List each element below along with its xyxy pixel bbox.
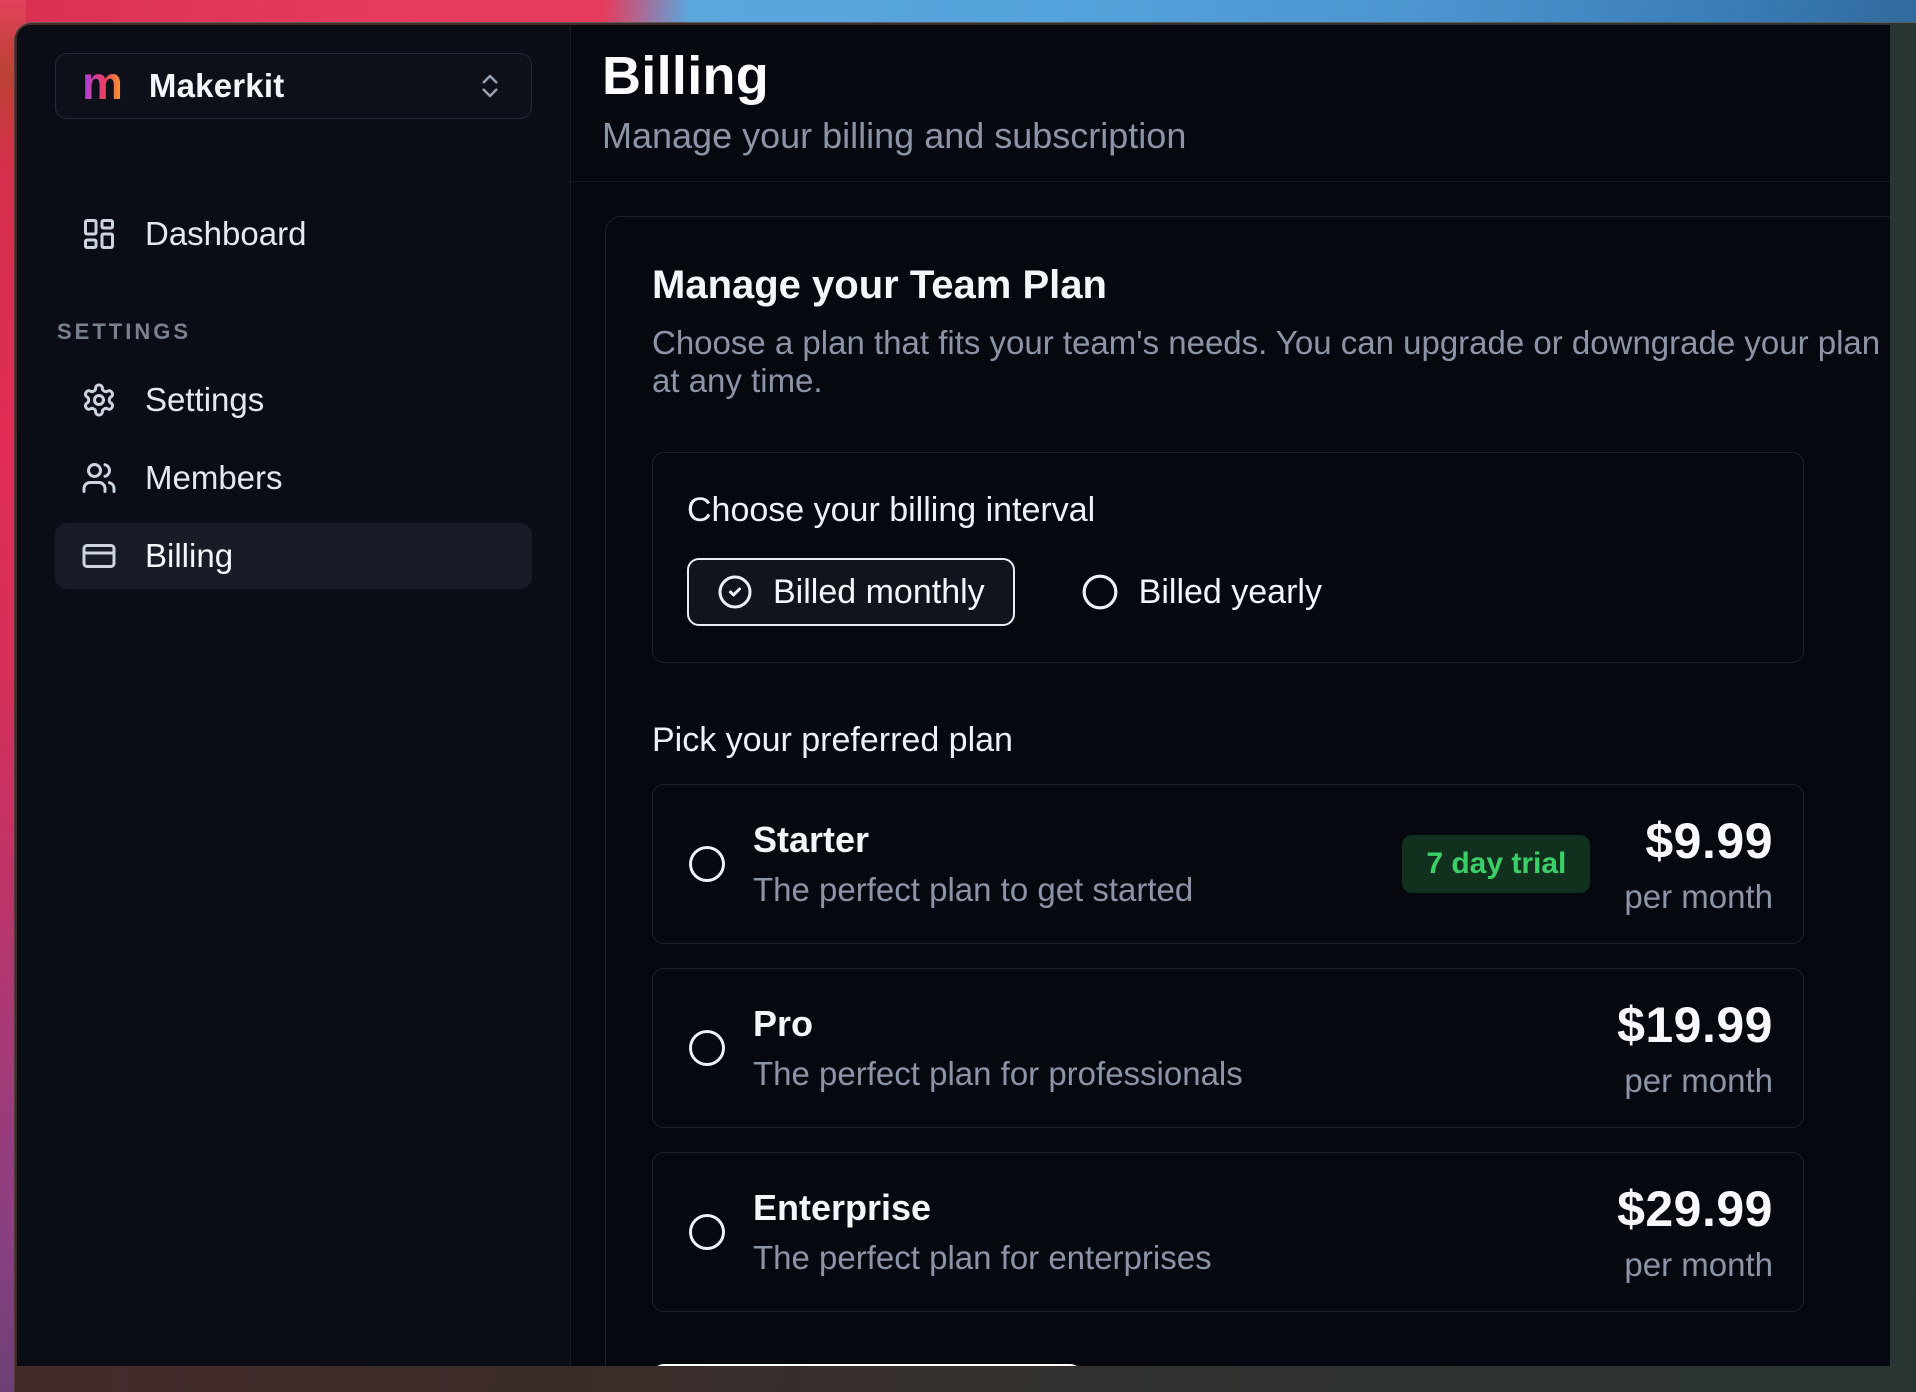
plan-name: Pro — [753, 1003, 1243, 1045]
radio-circle-icon[interactable] — [689, 1214, 725, 1250]
app-window: m Makerkit Dashboard SETTINGS Settings — [17, 25, 1890, 1366]
sidebar: m Makerkit Dashboard SETTINGS Settings — [17, 25, 571, 1366]
sidebar-nav: Dashboard SETTINGS Settings Members B — [55, 201, 532, 589]
billing-interval-options: Billed monthly Billed yearly — [687, 558, 1769, 626]
billed-monthly-label: Billed monthly — [773, 573, 985, 612]
card-description: Choose a plan that fits your team's need… — [652, 324, 1890, 400]
plan-price: $29.99 — [1617, 1180, 1773, 1238]
plans-label: Pick your preferred plan — [652, 721, 1890, 760]
plan-price-block: $19.99 per month — [1617, 996, 1773, 1100]
users-icon — [81, 460, 117, 496]
sidebar-item-dashboard[interactable]: Dashboard — [55, 201, 532, 267]
workspace-selector[interactable]: m Makerkit — [55, 53, 532, 119]
workspace-name: Makerkit — [149, 67, 285, 105]
radio-circle-icon — [1081, 573, 1119, 611]
plan-description: The perfect plan for professionals — [753, 1055, 1243, 1093]
gear-icon — [81, 382, 117, 418]
sidebar-item-label: Billing — [145, 537, 233, 575]
billed-yearly-option[interactable]: Billed yearly — [1081, 573, 1322, 612]
proceed-to-payment-button[interactable]: Proceed to Payment — [652, 1364, 1082, 1366]
main-content: Billing Manage your billing and subscrip… — [571, 25, 1890, 1366]
sidebar-section-settings: SETTINGS — [57, 319, 532, 345]
billing-interval-label: Choose your billing interval — [687, 491, 1769, 530]
billed-yearly-label: Billed yearly — [1139, 573, 1322, 612]
sidebar-item-billing[interactable]: Billing — [55, 523, 532, 589]
radio-circle-icon[interactable] — [689, 846, 725, 882]
page-title: Billing — [602, 45, 1890, 107]
plan-price: $9.99 — [1624, 812, 1773, 870]
sidebar-item-label: Settings — [145, 381, 264, 419]
plan-info: Enterprise The perfect plan for enterpri… — [753, 1187, 1212, 1277]
plan-period: per month — [1617, 1246, 1773, 1284]
plan-info: Starter The perfect plan to get started — [753, 819, 1193, 909]
plan-price-block: $29.99 per month — [1617, 1180, 1773, 1284]
trial-badge: 7 day trial — [1402, 835, 1590, 893]
plan-period: per month — [1617, 1062, 1773, 1100]
plan-price: $19.99 — [1617, 996, 1773, 1054]
chevrons-up-down-icon[interactable] — [475, 71, 505, 101]
plan-row-starter[interactable]: Starter The perfect plan to get started … — [652, 784, 1804, 944]
plan-price-block: $9.99 per month — [1624, 812, 1773, 916]
credit-card-icon — [81, 538, 117, 574]
team-plan-card: Manage your Team Plan Choose a plan that… — [605, 216, 1890, 1366]
check-circle-icon — [717, 574, 753, 610]
page-header: Billing Manage your billing and subscrip… — [571, 25, 1890, 182]
radio-circle-icon[interactable] — [689, 1030, 725, 1066]
plan-row-enterprise[interactable]: Enterprise The perfect plan for enterpri… — [652, 1152, 1804, 1312]
sidebar-item-settings[interactable]: Settings — [55, 367, 532, 433]
billing-interval-box: Choose your billing interval Billed mont… — [652, 452, 1804, 663]
plan-name: Enterprise — [753, 1187, 1212, 1229]
sidebar-item-members[interactable]: Members — [55, 445, 532, 511]
plan-description: The perfect plan for enterprises — [753, 1239, 1212, 1277]
billed-monthly-option[interactable]: Billed monthly — [687, 558, 1015, 626]
plan-description: The perfect plan to get started — [753, 871, 1193, 909]
page-subtitle: Manage your billing and subscription — [602, 115, 1890, 157]
plan-name: Starter — [753, 819, 1193, 861]
card-title: Manage your Team Plan — [652, 263, 1890, 308]
plan-period: per month — [1624, 878, 1773, 916]
sidebar-item-label: Members — [145, 459, 283, 497]
makerkit-logo: m — [82, 60, 123, 106]
dashboard-icon — [81, 216, 117, 252]
plan-row-pro[interactable]: Pro The perfect plan for professionals $… — [652, 968, 1804, 1128]
plan-info: Pro The perfect plan for professionals — [753, 1003, 1243, 1093]
sidebar-item-label: Dashboard — [145, 215, 306, 253]
